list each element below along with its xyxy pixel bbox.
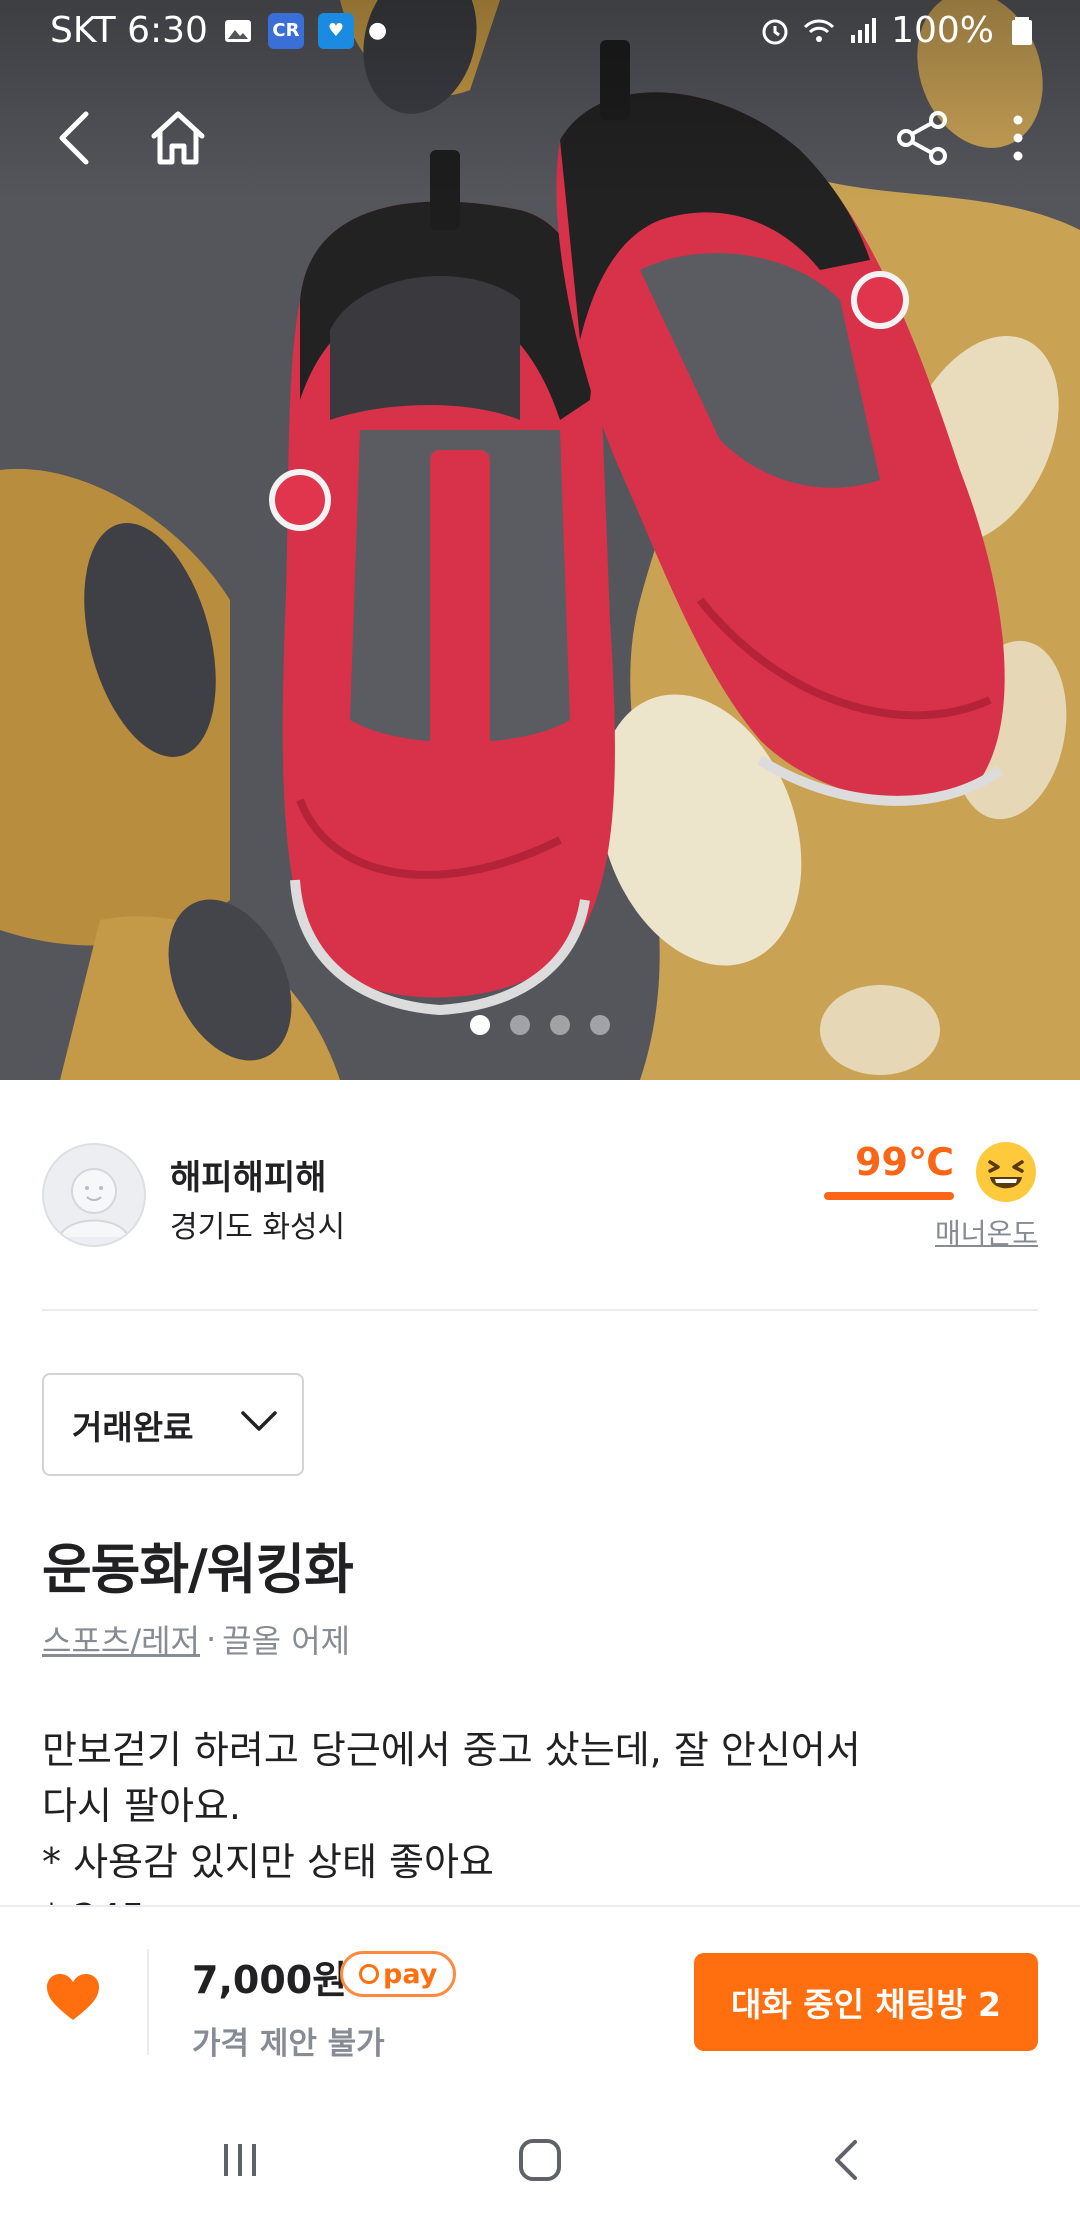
price: 7,000원 xyxy=(192,1958,348,2002)
status-right: 100% xyxy=(759,10,1038,51)
manner-temperature-bar xyxy=(824,1192,954,1200)
description-line: * 사용감 있지만 상태 좋아요 xyxy=(42,1840,494,1884)
active-chats-button[interactable]: 대화 중인 채팅방 2 xyxy=(694,1953,1038,2051)
description-line: 만보걷기 하려고 당근에서 중고 샀는데, 잘 안신어서 xyxy=(42,1728,861,1772)
system-back-icon xyxy=(835,2140,857,2180)
bottom-action-bar: 7,000원 pay 가격 제안 불가 대화 중인 채팅방 2 xyxy=(0,1905,1080,2095)
product-photo-carousel[interactable]: SKT 6:30 CR ♥ ● 100% xyxy=(0,0,1080,1080)
avatar[interactable] xyxy=(42,1143,146,1247)
deal-status-dropdown[interactable]: 거래완료 xyxy=(42,1373,304,1476)
signal-icon xyxy=(851,17,877,43)
carrier-time: SKT 6:30 xyxy=(50,10,208,51)
back-button[interactable] xyxy=(34,98,114,178)
seller-name[interactable]: 해피해피해 xyxy=(170,1150,326,1199)
default-avatar-icon xyxy=(44,1145,144,1245)
pager-dot[interactable] xyxy=(550,1015,570,1035)
home-button[interactable] xyxy=(138,98,218,178)
home-icon xyxy=(151,111,205,165)
dot-icon: ● xyxy=(367,18,388,43)
seller-profile[interactable]: 해피해피해 경기도 화성시 99℃ 매너온도 xyxy=(42,1140,1038,1250)
manner-temperature-label[interactable]: 매너온도 xyxy=(935,1212,1038,1252)
status-bar: SKT 6:30 CR ♥ ● 100% xyxy=(0,0,1080,66)
manner-temperature: 99℃ xyxy=(855,1140,954,1184)
status-left: SKT 6:30 CR ♥ ● xyxy=(50,10,387,51)
back-icon xyxy=(59,111,89,165)
product-meta: 스포츠/레저 · 끌올 어제 xyxy=(42,1616,350,1662)
alarm-icon xyxy=(762,19,788,44)
pager-dot-active[interactable] xyxy=(470,1015,490,1035)
share-icon xyxy=(897,111,947,165)
system-home-button[interactable] xyxy=(500,2125,580,2195)
system-home-icon xyxy=(519,2139,561,2181)
battery-percent: 100% xyxy=(891,10,994,51)
category-link[interactable]: 스포츠/레저 xyxy=(42,1616,200,1662)
pager-dot[interactable] xyxy=(510,1015,530,1035)
more-button[interactable] xyxy=(988,98,1048,178)
product-title: 운동화/워킹화 xyxy=(42,1538,354,1601)
pay-coin-icon xyxy=(359,1964,379,1984)
meta-separator: · xyxy=(205,1620,217,1658)
chevron-down-icon xyxy=(241,1411,277,1431)
pager-dot[interactable] xyxy=(590,1015,610,1035)
system-back-button[interactable] xyxy=(806,2125,886,2195)
wifi-icon xyxy=(804,19,835,42)
heart-icon xyxy=(47,1974,99,2020)
more-icon xyxy=(1013,115,1023,161)
seller-location: 경기도 화성시 xyxy=(170,1210,346,1245)
posted-time: 끌올 어제 xyxy=(222,1622,351,1660)
pay-badge: pay xyxy=(340,1951,457,1997)
description-line: 다시 팔아요. xyxy=(42,1784,241,1828)
recent-apps-button[interactable] xyxy=(200,2125,280,2195)
photo-pager[interactable] xyxy=(0,1015,1080,1035)
share-button[interactable] xyxy=(882,98,962,178)
battery-icon xyxy=(1012,16,1032,45)
cr-app-icon: CR xyxy=(267,12,304,49)
recent-apps-icon xyxy=(224,2144,256,2176)
deal-status-value: 거래완료 xyxy=(72,1407,194,1447)
gallery-icon xyxy=(224,19,251,42)
action-divider xyxy=(147,1949,149,2055)
system-navigation-bar xyxy=(0,2095,1080,2220)
heart-app-icon: ♥ xyxy=(317,12,354,49)
laughing-face-icon xyxy=(976,1142,1036,1202)
section-divider xyxy=(42,1309,1038,1311)
price-offer-note: 가격 제안 불가 xyxy=(192,2026,385,2062)
like-button[interactable] xyxy=(38,1962,108,2032)
pay-badge-label: pay xyxy=(383,1958,438,1990)
